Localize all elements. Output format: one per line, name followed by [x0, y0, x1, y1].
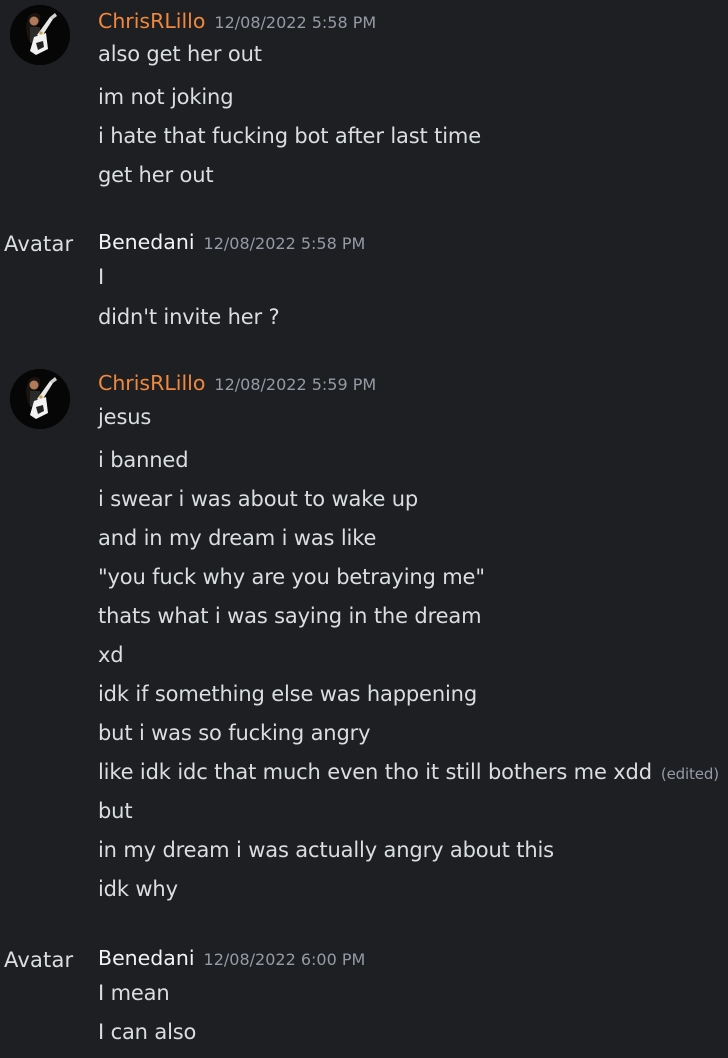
message-text: idk if something else was happening [98, 682, 478, 706]
message-header: Benedani 12/08/2022 6:00 PM [98, 946, 365, 978]
message-text: get her out [98, 163, 214, 187]
username[interactable]: Benedani [98, 946, 195, 970]
message-text: also get her out [98, 42, 262, 66]
message-text: I [98, 265, 105, 289]
message-text: but i was so fucking angry [98, 721, 371, 745]
message-group: ChrisRLillo 12/08/2022 5:58 PM also get h… [0, 0, 728, 200]
avatar[interactable] [10, 369, 70, 429]
avatar-alt-text[interactable]: Avatar [4, 948, 73, 972]
message-text: in my dream i was actually angry about t… [98, 838, 554, 862]
guitarist-avatar-image [10, 5, 70, 65]
message-text: I can also [98, 1020, 197, 1044]
message-text: "you fuck why are you betraying me" [98, 565, 485, 589]
message-text: im not joking [98, 85, 234, 109]
timestamp: 12/08/2022 5:58 PM [214, 13, 377, 32]
message-text: I mean [98, 981, 170, 1005]
message-header: ChrisRLillo 12/08/2022 5:59 PM [98, 371, 376, 403]
message-text: jesus [98, 405, 152, 429]
message-text: i hate that fucking bot after last time [98, 124, 481, 148]
message-text: xd [98, 643, 124, 667]
message-group: Avatar Benedani 12/08/2022 5:58 PM I didn… [0, 228, 728, 338]
timestamp: 12/08/2022 5:58 PM [203, 234, 366, 253]
message-group: Avatar Benedani 12/08/2022 6:00 PM I mean… [0, 944, 728, 1058]
username[interactable]: Benedani [98, 230, 195, 254]
edited-label: (edited) [660, 765, 719, 783]
avatar[interactable] [10, 5, 70, 65]
guitarist-avatar-image [10, 369, 70, 429]
message-text: i banned [98, 448, 189, 472]
message-text: didn't invite her ? [98, 305, 280, 329]
username[interactable]: ChrisRLillo [98, 371, 205, 395]
message-text: thats what i was saying in the dream [98, 604, 482, 628]
avatar-alt-text[interactable]: Avatar [4, 232, 73, 256]
message-text: i swear i was about to wake up [98, 487, 419, 511]
timestamp: 12/08/2022 6:00 PM [203, 950, 366, 969]
message-text: like idk idc that much even tho it still… [98, 760, 719, 784]
message-group: ChrisRLillo 12/08/2022 5:59 PM jesus i ba… [0, 364, 728, 914]
message-text-content: like idk idc that much even tho it still… [98, 760, 652, 784]
message-text: and in my dream i was like [98, 526, 377, 550]
message-header: Benedani 12/08/2022 5:58 PM [98, 230, 365, 262]
message-header: ChrisRLillo 12/08/2022 5:58 PM [98, 9, 376, 41]
username[interactable]: ChrisRLillo [98, 9, 205, 33]
chat-log: ChrisRLillo 12/08/2022 5:58 PM also get h… [0, 0, 728, 1058]
timestamp: 12/08/2022 5:59 PM [214, 375, 377, 394]
message-text: but [98, 799, 133, 823]
message-text: idk why [98, 877, 178, 901]
